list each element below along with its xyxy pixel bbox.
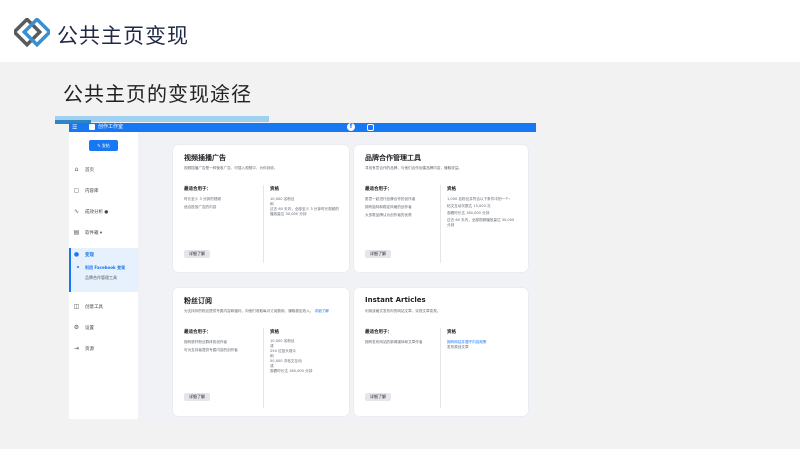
app-topbar: ☰ 创作工作室 f <box>69 123 536 132</box>
home-icon: ⌂ <box>74 166 79 173</box>
header-title: 公共主页变现 <box>57 24 189 48</box>
subnav-item-label: 品牌合作管理工具 <box>85 275 117 280</box>
sidebar-item-home[interactable]: ⌂ 首页 <box>69 163 138 177</box>
sidebar-item-resources[interactable]: ⇥ 资源 <box>69 342 138 356</box>
sidebar: ✎ 发帖 ⌂ 首页 ▢ 内容库 ∿ 成效分析 ● ▤ 软件箱 ▾ ● 变现 利用… <box>69 132 138 419</box>
sidebar-item-label: 内容库 <box>85 189 99 194</box>
card-description: 视频插播广告是一种营收广告，可插入视频中，为你创收。 <box>184 166 278 170</box>
card-brand-collabs: 品牌合作管理工具 寻找有意合作的品牌，与他们合作创建品牌内容，赚取收益。 最适合… <box>354 145 528 272</box>
sidebar-item-label: 软件箱 ▾ <box>85 231 103 236</box>
best-for-heading: 最适合用于： <box>365 187 392 192</box>
best-for-item: 拥有发布网站的新闻媒体和文章作者 <box>365 340 423 344</box>
app-brand: 创作工作室 <box>98 124 124 130</box>
column-divider <box>263 328 264 408</box>
content-library-icon: ▢ <box>73 187 80 194</box>
gear-icon: ⚙ <box>73 324 80 331</box>
eligibility-item: 帖文互动次数达 15,000 次 <box>447 204 491 208</box>
card-title: Instant Articles <box>365 296 426 304</box>
best-for-heading: 最适合用于： <box>365 330 392 335</box>
active-indicator <box>69 248 71 292</box>
card-instant-articles: Instant Articles 利用该格式发布你的网站文章，实现文章变现。 最… <box>354 288 528 416</box>
sidebar-item-label: 首页 <box>85 168 94 173</box>
best-for-heading: 最适合用于： <box>184 187 211 192</box>
subnav-item-label: 利用 Facebook 变现 <box>85 265 126 270</box>
best-for-list: 愿意一起进行品牌合作的创作者 拥有独特和稳定风格的创作者 大多数品牌认为创作者的… <box>365 197 437 218</box>
selected-dot-icon <box>77 266 79 268</box>
subnav-item-brand-collabs[interactable]: 品牌合作管理工具 <box>69 272 138 292</box>
eligibility-heading: 资格 <box>270 330 279 335</box>
best-for-item: 拥有铁杆粉丝群体的创作者 <box>184 340 228 344</box>
eligibility-heading: 资格 <box>447 330 456 335</box>
logo-icon <box>14 18 50 48</box>
card-title: 粉丝订阅 <box>184 297 212 305</box>
column-divider <box>440 185 441 263</box>
eligibility-list: 10,000 名粉丝 和 过去 60 天内，全部至少 3 分钟时长视频的播放量达… <box>270 197 342 217</box>
eligibility-item: 1,000 名粉丝并符合以下条件中的一个： <box>447 197 513 201</box>
create-post-button[interactable]: ✎ 发帖 <box>89 140 118 151</box>
eligibility-list: 1,000 名粉丝并符合以下条件中的一个： 帖文互动次数达 15,000 次 观… <box>447 197 519 228</box>
toolbox-icon: ▤ <box>73 229 80 236</box>
card-in-stream-ads: 视频插播广告 视频插播广告是一种营收广告，可插入视频中，为你创收。 最适合用于：… <box>173 145 349 272</box>
eligibility-list: 拥有网站并遵守内容政策 发布原创文章 <box>447 340 519 350</box>
best-for-list: 时长至少 3 分钟的视频 适合投放广告的内容 <box>184 197 262 210</box>
card-title: 品牌合作管理工具 <box>365 154 421 162</box>
card-description: 利用该格式发布你的网站文章，实现文章变现。 <box>365 309 441 313</box>
creator-studio-logo-icon <box>89 124 95 130</box>
best-for-list: 拥有发布网站的新闻媒体和文章作者 <box>365 340 437 345</box>
eligibility-item: 发布原创文章 <box>447 345 469 349</box>
column-divider <box>440 328 441 408</box>
eligibility-item: 观看时长达 180,000 分钟 <box>447 211 490 215</box>
instagram-icon[interactable] <box>367 124 374 131</box>
best-for-item: 拥有独特和稳定风格的创作者 <box>365 205 412 209</box>
eligibility-item: 观看时长达 180,000 分钟 <box>270 369 313 373</box>
card-description: 寻找有意合作的品牌，与他们合作创建品牌内容，赚取收益。 <box>365 166 463 170</box>
best-for-list: 拥有铁杆粉丝群体的创作者 可为支持者提供专属内容的创作者 <box>184 340 262 353</box>
column-divider <box>263 185 264 263</box>
sidebar-item-creative-tools[interactable]: ◫ 创意工具 <box>69 300 138 314</box>
best-for-item: 大多数品牌认为创作者的优势 <box>365 213 412 217</box>
sidebar-item-content-library[interactable]: ▢ 内容库 <box>69 184 138 198</box>
slide: 公共主页变现 公共主页的变现途径 ☰ 创作工作室 f ✎ 发帖 ⌂ 首页 ▢ 内… <box>0 0 800 449</box>
sidebar-item-label: 资源 <box>85 347 94 352</box>
card-description: 为支持你的粉丝提供专属内容和福利，向他们收取每月订阅费用，赚取稳定收入。 详细了… <box>184 309 344 314</box>
resources-icon: ⇥ <box>73 345 80 352</box>
eligibility-list: 10,000 名粉丝 或 250 位回头观众 和 50,000 次帖文互动 或 … <box>270 339 342 374</box>
sidebar-item-label: 设置 <box>85 326 94 331</box>
best-for-item: 时长至少 3 分钟的视频 <box>184 197 221 201</box>
subnav-item-facebook-monetization[interactable]: 利用 Facebook 变现 <box>69 262 138 272</box>
card-description-text: 为支持你的粉丝提供专属内容和福利，向他们收取每月订阅费用，赚取稳定收入。 <box>184 309 314 313</box>
eligibility-item: 过去 60 天内，全部视频播放量达 30,000 分钟 <box>447 218 515 227</box>
learn-more-button[interactable]: 详细了解 <box>184 250 210 258</box>
creative-tools-icon: ◫ <box>73 303 80 310</box>
sidebar-item-label: 成效分析 ● <box>85 210 109 215</box>
best-for-item: 愿意一起进行品牌合作的创作者 <box>365 197 416 201</box>
learn-more-button[interactable]: 详细了解 <box>365 250 391 258</box>
facebook-icon[interactable]: f <box>347 123 355 131</box>
sidebar-item-insights[interactable]: ∿ 成效分析 ● <box>69 205 138 219</box>
create-post-label: 发帖 <box>101 143 110 148</box>
sidebar-item-toolbox[interactable]: ▤ 软件箱 ▾ <box>69 226 138 240</box>
card-title: 视频插播广告 <box>184 154 226 162</box>
card-fan-subscriptions: 粉丝订阅 为支持你的粉丝提供专属内容和福利，向他们收取每月订阅费用，赚取稳定收入… <box>173 288 349 416</box>
monetization-icon: ● <box>73 251 80 258</box>
learn-more-link[interactable]: 详细了解 <box>315 309 329 313</box>
learn-more-button[interactable]: 详细了解 <box>184 393 210 401</box>
page-title: 公共主页的变现途径 <box>63 82 252 106</box>
insights-icon: ∿ <box>73 208 80 215</box>
sidebar-item-monetization[interactable]: ● 变现 <box>69 248 138 262</box>
best-for-item: 适合投放广告的内容 <box>184 205 217 209</box>
best-for-heading: 最适合用于： <box>184 330 211 335</box>
screenshot-creator-studio: ☰ 创作工作室 f ✎ 发帖 ⌂ 首页 ▢ 内容库 ∿ 成效分析 ● ▤ 软件箱… <box>69 123 536 419</box>
sidebar-item-label: 创意工具 <box>85 305 103 310</box>
hamburger-menu-icon[interactable]: ☰ <box>72 124 77 131</box>
sidebar-item-label: 变现 <box>85 253 94 258</box>
learn-more-button[interactable]: 详细了解 <box>365 393 391 401</box>
eligibility-heading: 资格 <box>447 187 456 192</box>
sidebar-item-settings[interactable]: ⚙ 设置 <box>69 321 138 335</box>
best-for-item: 可为支持者提供专属内容的创作者 <box>184 348 238 352</box>
eligibility-heading: 资格 <box>270 187 279 192</box>
eligibility-item: 过去 60 天内，全部至少 3 分钟时长视频的播放量达 30,000 分钟 <box>270 207 339 216</box>
